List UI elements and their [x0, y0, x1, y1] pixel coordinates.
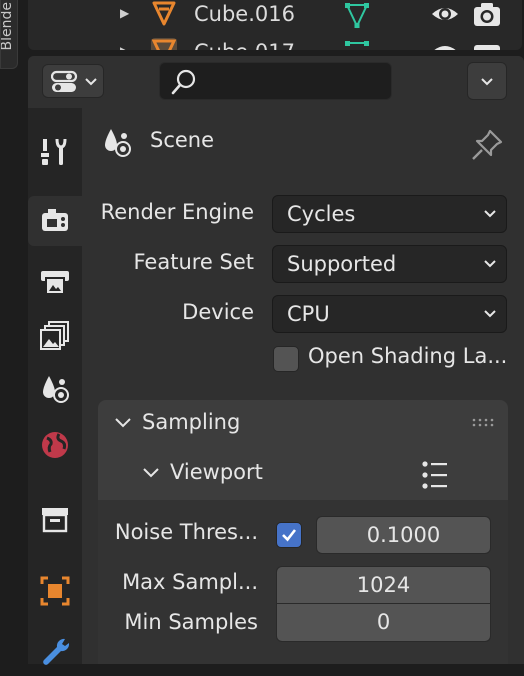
chevron-down-icon — [484, 260, 496, 268]
tab-render[interactable] — [28, 196, 82, 246]
scene-icon — [105, 129, 131, 157]
editor-type-icon — [51, 70, 78, 92]
feature-set-value: Supported — [287, 252, 397, 276]
header-menu-button[interactable] — [467, 62, 507, 100]
triangle-right-icon[interactable]: ▶ — [120, 44, 129, 50]
window-edge — [0, 0, 26, 664]
chevron-down-icon — [85, 78, 97, 86]
printer-icon — [41, 271, 69, 295]
noise-threshold-field[interactable]: 0.1000 — [316, 516, 491, 554]
checkmark-icon — [282, 529, 297, 542]
image-stack-icon — [40, 321, 69, 350]
tab-modifiers[interactable] — [28, 626, 82, 676]
min-samples-label: Min Samples — [124, 610, 258, 634]
side-tab[interactable]: Blende — [0, 0, 18, 69]
tab-tool[interactable] — [28, 126, 82, 176]
camera-icon[interactable] — [472, 0, 502, 28]
chevron-down-icon — [484, 210, 496, 218]
search-icon — [171, 69, 196, 95]
editor-type-button[interactable] — [42, 64, 104, 98]
sampling-panel-header[interactable]: Sampling — [98, 404, 508, 444]
osl-checkbox[interactable] — [273, 346, 299, 372]
device-value: CPU — [287, 302, 330, 326]
outliner-row[interactable]: ▶ Cube.016 — [28, 0, 522, 30]
chevron-down-icon — [115, 418, 131, 428]
wrench-icon — [43, 638, 70, 665]
camera-icon[interactable] — [472, 38, 502, 50]
tab-collection[interactable] — [28, 494, 82, 544]
tab-object[interactable] — [28, 566, 82, 616]
outliner: ▶ Cube.016 ▶ Cube.017 — [28, 0, 522, 50]
presets-list-icon[interactable] — [420, 460, 450, 490]
chevron-down-icon — [484, 310, 496, 318]
max-samples-field[interactable]: 1024 — [276, 566, 491, 604]
side-tab-label: Blende — [0, 2, 15, 51]
properties-tabs — [28, 108, 82, 665]
mesh-icon — [152, 1, 176, 26]
viewport-title: Viewport — [170, 460, 263, 484]
noise-threshold-label: Noise Thres... — [114, 520, 258, 544]
tab-scene[interactable] — [28, 364, 82, 414]
pin-icon[interactable] — [470, 128, 504, 160]
object-name: Cube.017 — [194, 40, 295, 50]
tab-world[interactable] — [28, 420, 82, 470]
outliner-row[interactable]: ▶ Cube.017 — [28, 38, 522, 50]
mesh-data-icon[interactable] — [342, 0, 372, 30]
chevron-down-icon — [143, 468, 159, 478]
mesh-data-icon[interactable] — [342, 38, 372, 50]
sampling-title: Sampling — [142, 410, 241, 434]
drag-handle-icon[interactable] — [472, 418, 496, 428]
eye-icon[interactable] — [430, 40, 460, 50]
box-icon — [42, 508, 68, 533]
device-dropdown[interactable]: CPU — [272, 295, 507, 333]
tab-output[interactable] — [28, 256, 82, 306]
globe-icon — [42, 432, 68, 458]
render-camera-icon — [42, 209, 68, 231]
render-engine-value: Cycles — [287, 202, 356, 226]
search-input[interactable] — [159, 62, 392, 100]
noise-threshold-checkbox[interactable] — [276, 522, 302, 548]
feature-set-label: Feature Set — [133, 250, 254, 274]
eye-icon[interactable] — [430, 2, 460, 26]
render-engine-label: Render Engine — [100, 200, 254, 224]
object-name: Cube.016 — [194, 2, 295, 26]
mesh-icon — [151, 38, 177, 50]
feature-set-dropdown[interactable]: Supported — [272, 245, 507, 283]
min-samples-field[interactable]: 0 — [276, 604, 491, 642]
device-label: Device — [182, 300, 254, 324]
scene-icon — [43, 376, 69, 403]
osl-label: Open Shading La... — [308, 344, 508, 368]
max-samples-label: Max Sampl... — [122, 570, 258, 594]
object-square-icon — [40, 576, 70, 606]
render-engine-dropdown[interactable]: Cycles — [272, 195, 507, 233]
chevron-down-icon — [481, 78, 493, 86]
context-label: Scene — [150, 128, 215, 152]
viewport-subpanel-header[interactable]: Viewport — [98, 454, 508, 494]
wrench-screwdriver-icon — [41, 138, 67, 165]
triangle-right-icon[interactable]: ▶ — [120, 6, 129, 20]
tab-view-layer[interactable] — [28, 310, 82, 360]
